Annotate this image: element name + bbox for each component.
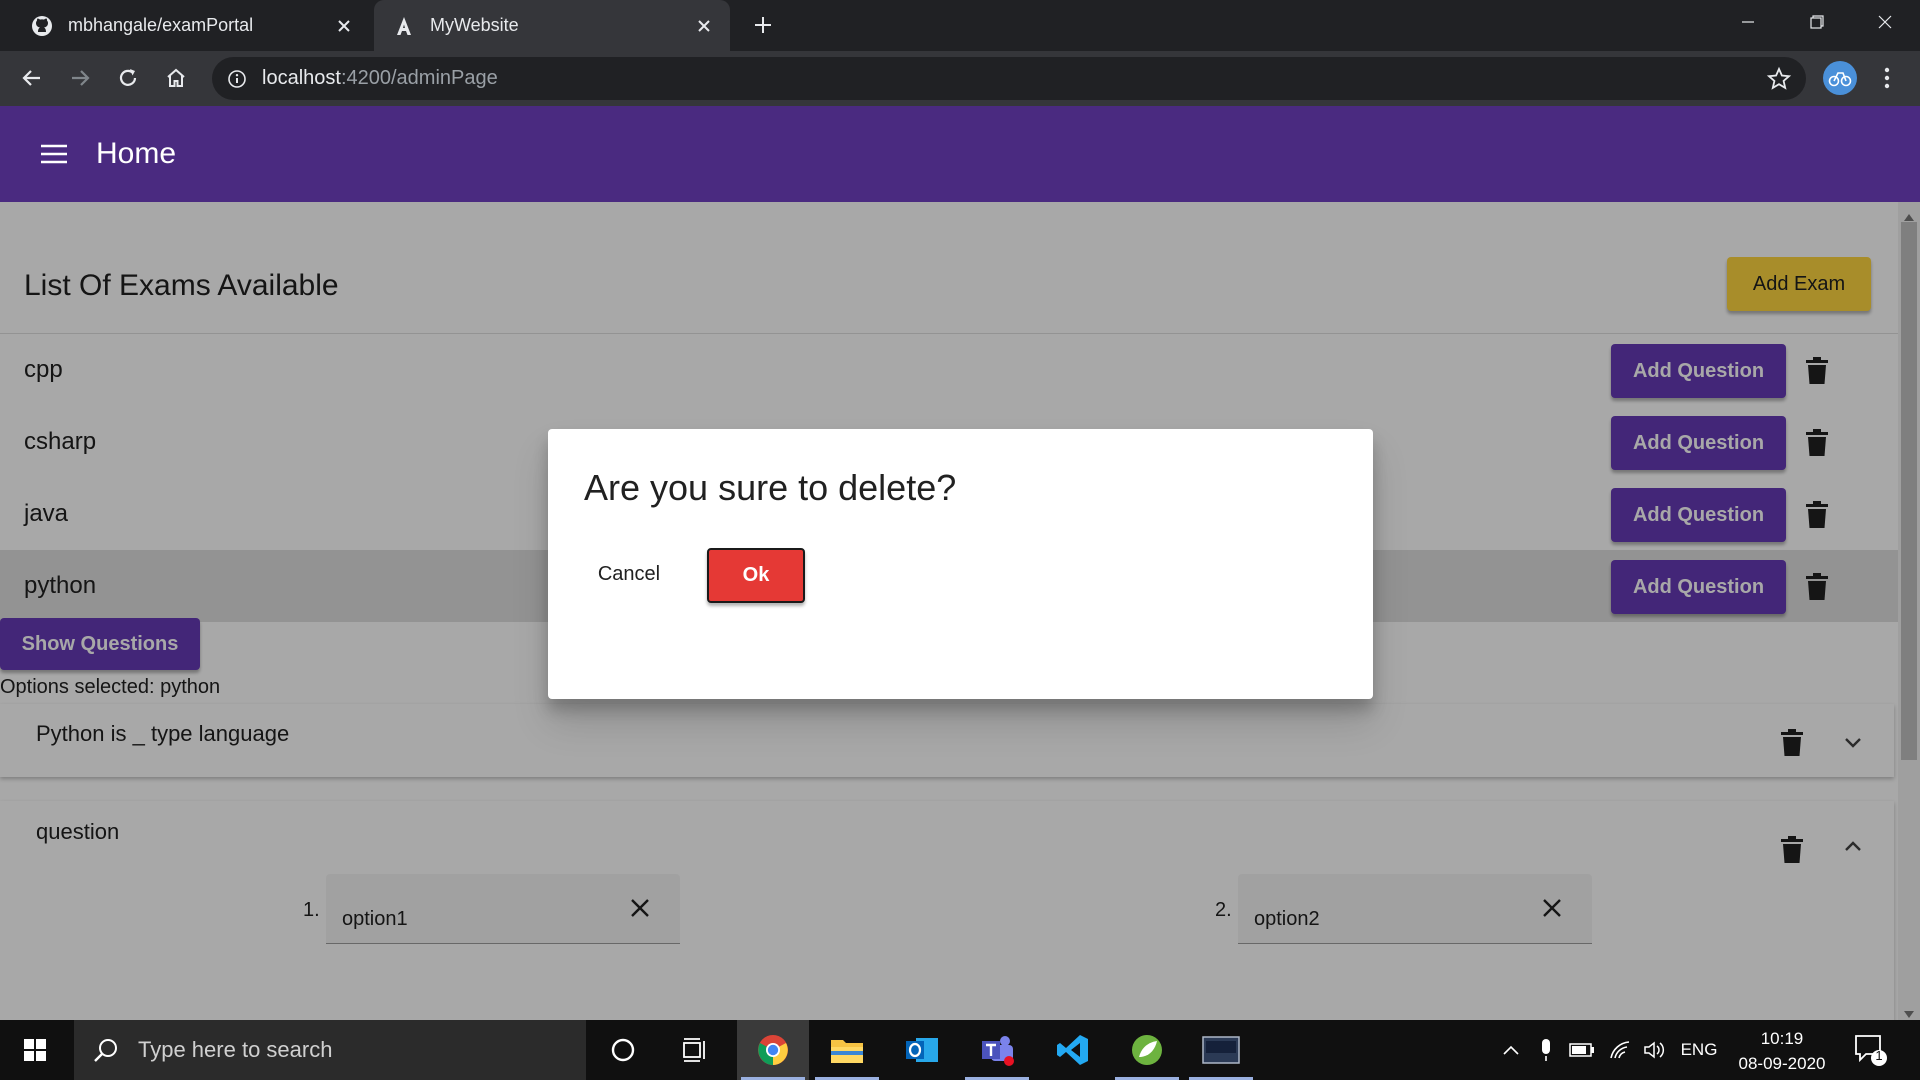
vscode-icon[interactable] bbox=[1037, 1020, 1109, 1080]
language-indicator[interactable]: ENG bbox=[1675, 1020, 1723, 1080]
clock-date: 08-09-2020 bbox=[1738, 1054, 1826, 1073]
spring-tool-suite-icon[interactable] bbox=[1111, 1020, 1183, 1080]
file-explorer-icon[interactable] bbox=[811, 1020, 883, 1080]
page-title: Home bbox=[96, 137, 177, 170]
profile-avatar-icon[interactable] bbox=[1823, 61, 1857, 95]
forward-arrow-icon[interactable] bbox=[62, 60, 98, 96]
windows-taskbar: Type here to search ENG 10:19 08-09-2020… bbox=[0, 1020, 1920, 1080]
battery-icon[interactable] bbox=[1566, 1020, 1598, 1080]
app-header: Home bbox=[0, 106, 1920, 202]
outlook-icon[interactable] bbox=[886, 1020, 958, 1080]
chrome-taskbar-icon[interactable] bbox=[737, 1020, 809, 1080]
address-bar[interactable]: localhost:4200/adminPage bbox=[212, 57, 1806, 100]
tab-github[interactable]: mbhangale/examPortal bbox=[12, 0, 370, 51]
mysql-workbench-icon[interactable] bbox=[1185, 1020, 1257, 1080]
system-clock[interactable]: 10:19 08-09-2020 bbox=[1732, 1026, 1832, 1076]
browser-toolbar: localhost:4200/adminPage bbox=[0, 51, 1920, 106]
volume-icon[interactable] bbox=[1640, 1020, 1670, 1080]
tab-mywebsite[interactable]: MyWebsite bbox=[374, 0, 730, 51]
close-window-icon[interactable] bbox=[1854, 0, 1916, 44]
show-hidden-icons-chevron-icon[interactable] bbox=[1497, 1020, 1525, 1080]
windows-start-icon[interactable] bbox=[0, 1020, 70, 1080]
reload-icon[interactable] bbox=[110, 60, 146, 96]
confirm-delete-dialog: Are you sure to delete? Cancel Ok bbox=[548, 429, 1373, 699]
microphone-icon[interactable] bbox=[1533, 1020, 1559, 1080]
url-host: localhost bbox=[262, 67, 341, 89]
bookmark-star-icon[interactable] bbox=[1766, 66, 1792, 92]
back-arrow-icon[interactable] bbox=[14, 60, 50, 96]
restore-icon[interactable] bbox=[1786, 0, 1848, 44]
browser-menu-icon[interactable] bbox=[1872, 62, 1902, 94]
ok-button[interactable]: Ok bbox=[707, 548, 805, 603]
cancel-button[interactable]: Cancel bbox=[576, 548, 682, 600]
clock-time: 10:19 bbox=[1760, 1029, 1804, 1048]
search-placeholder: Type here to search bbox=[138, 1037, 333, 1062]
url-path: :4200/adminPage bbox=[340, 67, 498, 89]
url-text: localhost:4200/adminPage bbox=[262, 67, 498, 90]
taskbar-search-box[interactable]: Type here to search bbox=[74, 1020, 586, 1080]
tab-title: MyWebsite bbox=[430, 15, 519, 35]
hamburger-menu-icon[interactable] bbox=[34, 134, 74, 174]
minimize-icon[interactable] bbox=[1717, 0, 1779, 44]
close-tab-icon[interactable] bbox=[692, 14, 716, 38]
cortana-circle-icon[interactable] bbox=[587, 1020, 659, 1080]
site-info-icon[interactable] bbox=[226, 68, 248, 90]
github-icon bbox=[30, 14, 54, 38]
home-icon[interactable] bbox=[158, 60, 194, 96]
tab-title: mbhangale/examPortal bbox=[68, 15, 254, 35]
angular-icon bbox=[392, 14, 416, 38]
browser-tab-strip: mbhangale/examPortal MyWebsite bbox=[0, 0, 1920, 51]
search-icon bbox=[94, 1039, 117, 1062]
close-tab-icon[interactable] bbox=[332, 14, 356, 38]
wifi-icon[interactable] bbox=[1606, 1020, 1636, 1080]
notification-center-icon[interactable]: 1 bbox=[1852, 1032, 1890, 1068]
task-view-icon[interactable] bbox=[659, 1020, 731, 1080]
dialog-title: Are you sure to delete? bbox=[584, 467, 957, 508]
new-tab-plus-icon[interactable] bbox=[748, 10, 778, 40]
notification-count: 1 bbox=[1875, 1048, 1883, 1063]
teams-icon[interactable] bbox=[961, 1020, 1033, 1080]
